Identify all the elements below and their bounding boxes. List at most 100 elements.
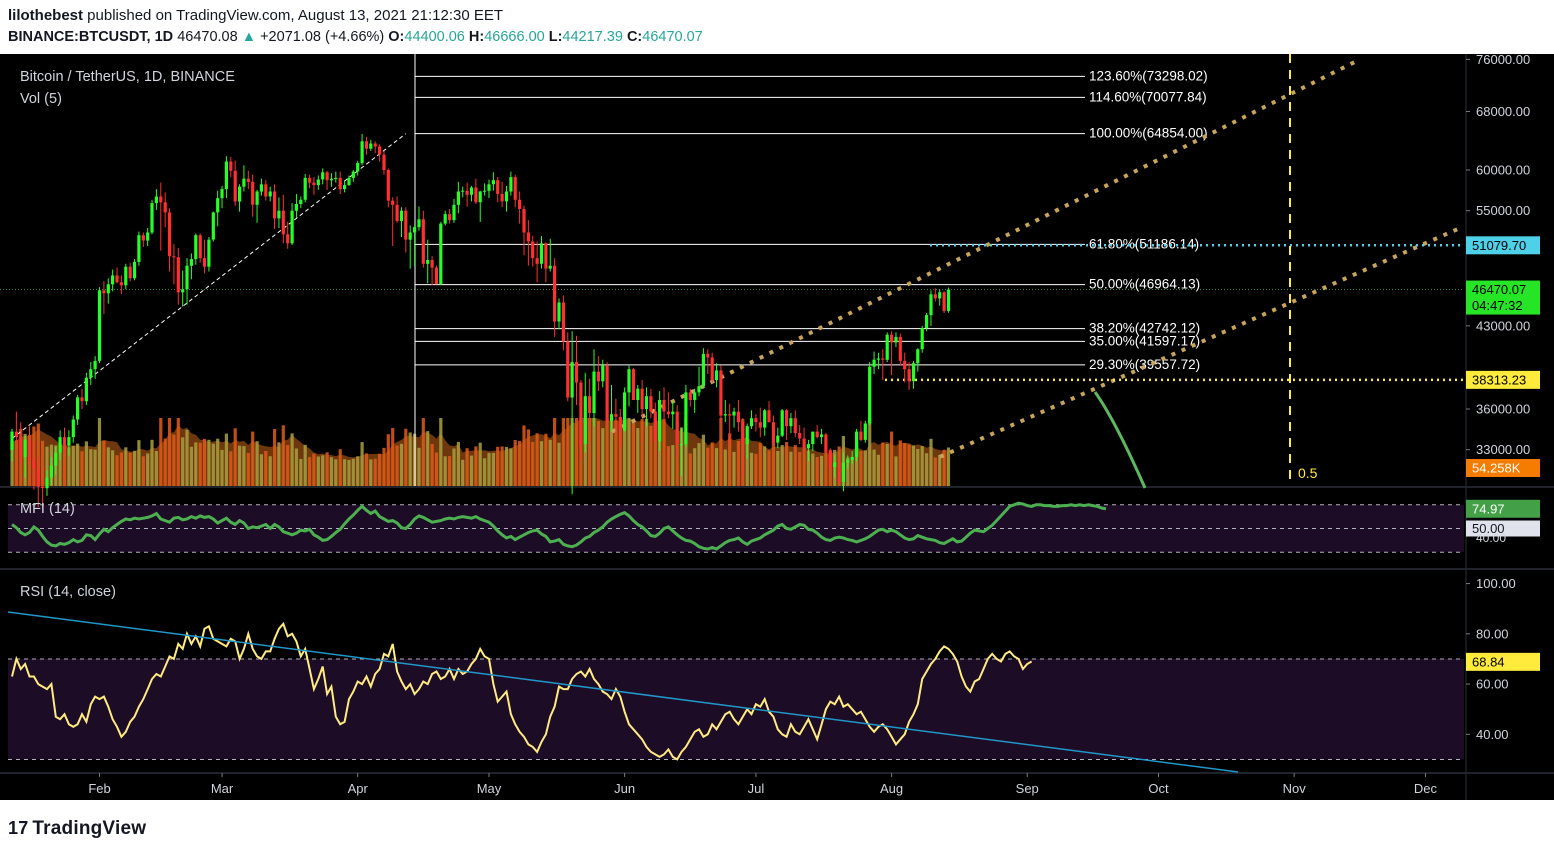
candle-body xyxy=(159,196,163,203)
candle-body xyxy=(531,241,535,259)
candle[interactable] xyxy=(132,259,137,281)
candle[interactable] xyxy=(920,325,924,353)
volume-bar xyxy=(500,446,504,486)
volume-bar xyxy=(290,433,294,486)
volume-bar xyxy=(264,451,268,486)
volume-bar xyxy=(749,452,754,486)
candle-body xyxy=(837,462,841,482)
candle[interactable] xyxy=(439,221,443,286)
candle-body xyxy=(863,423,867,440)
candle-body xyxy=(855,431,859,457)
candle-body xyxy=(146,232,150,241)
candle-body xyxy=(522,209,526,233)
candle[interactable] xyxy=(868,362,872,425)
volume-bar xyxy=(312,453,316,486)
candle[interactable] xyxy=(605,362,609,427)
volume-bar xyxy=(780,445,784,486)
volume-bar xyxy=(439,418,443,486)
candle[interactable] xyxy=(898,333,902,366)
publisher-name[interactable]: lilothebest xyxy=(8,7,83,24)
rsi-tick-label: 60.00 xyxy=(1476,677,1509,692)
candle[interactable] xyxy=(684,384,688,447)
candle[interactable] xyxy=(84,372,88,406)
time-tick-label: May xyxy=(477,781,502,796)
candle[interactable] xyxy=(719,365,723,424)
candle-body xyxy=(714,370,719,381)
candle-body xyxy=(224,161,228,190)
rsi-tick-label: 80.00 xyxy=(1476,626,1509,641)
volume-bar xyxy=(714,448,719,486)
candle[interactable] xyxy=(566,332,570,402)
candle-body xyxy=(273,191,277,219)
candle[interactable] xyxy=(623,387,627,432)
candle-body xyxy=(198,235,202,259)
candle-body xyxy=(369,143,373,149)
volume-bar xyxy=(504,446,509,486)
volume-bar xyxy=(220,449,224,486)
candle-body xyxy=(338,177,342,190)
volume-bar xyxy=(14,440,18,486)
candle-body xyxy=(408,232,412,240)
cyan-level-badge: 51079.70 xyxy=(1472,238,1526,253)
candle-body xyxy=(942,292,946,311)
volume-bar xyxy=(434,452,439,486)
time-tick-label: Dec xyxy=(1414,781,1438,796)
volume-bar xyxy=(903,443,907,486)
candle[interactable] xyxy=(97,287,102,364)
volume-bar xyxy=(150,439,154,486)
candle-body xyxy=(417,219,421,228)
candle[interactable] xyxy=(207,237,211,272)
candle[interactable] xyxy=(150,199,154,235)
candle-body xyxy=(14,431,18,438)
candle-body xyxy=(916,349,920,364)
price-tick-label: 33000.00 xyxy=(1476,442,1530,457)
candle-body xyxy=(539,243,544,264)
candle-body xyxy=(334,177,338,179)
candle[interactable] xyxy=(863,420,867,443)
candle[interactable] xyxy=(885,332,889,363)
candle[interactable] xyxy=(137,231,141,266)
volume-bar xyxy=(408,432,412,486)
volume-bar xyxy=(697,443,701,486)
candle[interactable] xyxy=(303,173,307,203)
candle[interactable] xyxy=(701,348,705,389)
volume-bar xyxy=(522,425,526,486)
candle-body xyxy=(623,392,627,431)
volume-bar xyxy=(338,449,342,486)
volume-bar xyxy=(631,423,635,486)
candle-body xyxy=(868,366,872,424)
candle-body xyxy=(763,410,767,428)
rsi-label: RSI (14, close) xyxy=(20,584,116,600)
candle[interactable] xyxy=(631,368,635,400)
candle-body xyxy=(815,431,819,438)
candle-body xyxy=(62,437,67,446)
candle-body xyxy=(10,431,14,450)
candle[interactable] xyxy=(855,428,859,462)
volume-bar xyxy=(185,429,189,486)
candle-body xyxy=(413,227,417,233)
candle[interactable] xyxy=(434,265,439,285)
candle[interactable] xyxy=(946,287,951,313)
volume-bar xyxy=(469,455,474,486)
candle[interactable] xyxy=(211,211,215,242)
candle-body xyxy=(49,465,53,478)
candle-body xyxy=(290,210,294,244)
tradingview-logo-icon: 17 xyxy=(8,818,29,838)
candle-body xyxy=(478,191,482,203)
volume-bar xyxy=(767,450,771,486)
fib-level-label: 123.60%(73298.02) xyxy=(1089,68,1208,83)
volume-bar xyxy=(574,418,579,486)
chart-canvas[interactable]: 123.60%(73298.02) 114.60%(70077.84) 100.00… xyxy=(0,54,1554,800)
candle-body xyxy=(846,459,850,463)
tradingview-logo[interactable]: 17 TradingView xyxy=(8,818,146,840)
candle[interactable] xyxy=(828,448,832,470)
volume-bar xyxy=(894,456,898,486)
candle[interactable] xyxy=(942,291,946,313)
candle[interactable] xyxy=(824,433,828,454)
candle-body xyxy=(316,179,320,186)
volume-bar xyxy=(242,446,246,486)
candle[interactable] xyxy=(780,409,784,438)
volume-bar xyxy=(671,445,675,486)
volume-bar xyxy=(548,439,552,486)
candle-body xyxy=(806,444,810,449)
